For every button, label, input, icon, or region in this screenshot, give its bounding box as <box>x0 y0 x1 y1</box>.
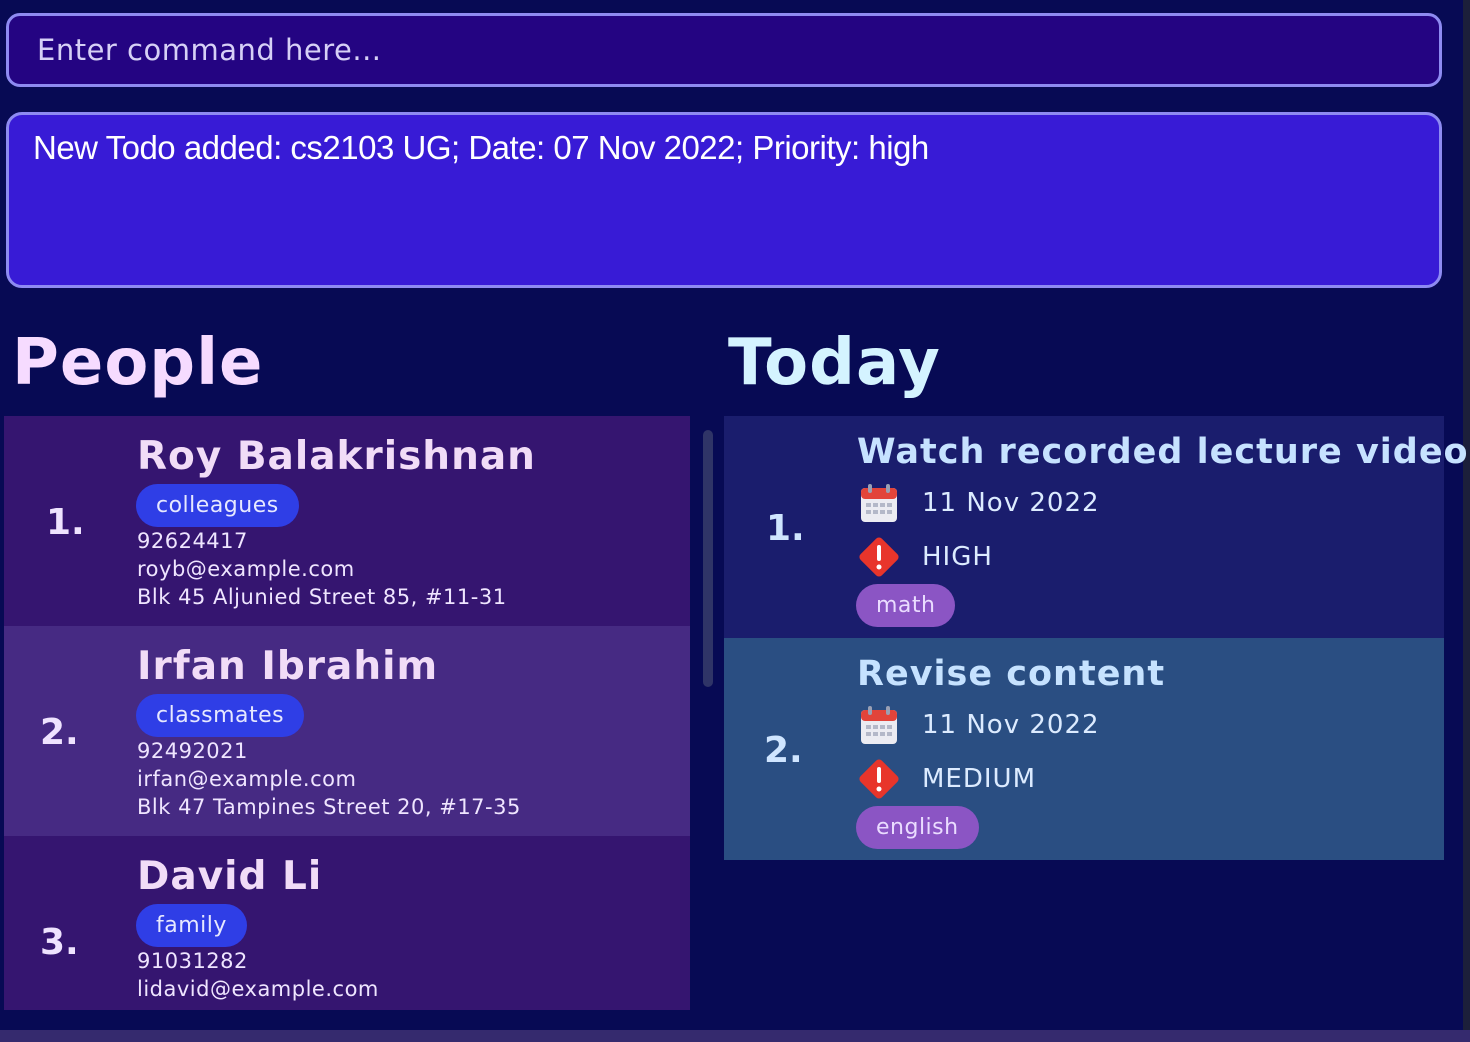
todo-index: 1. <box>766 508 805 549</box>
todo-date: 11 Nov 2022 <box>922 710 1100 740</box>
command-input[interactable] <box>35 32 1439 68</box>
today-title: Today <box>728 326 941 400</box>
people-list[interactable]: 1. Roy Balakrishnan colleagues 92624417 … <box>4 416 690 1010</box>
window-edge <box>1463 0 1470 1030</box>
today-list[interactable]: 1. Watch recorded lecture videos 11 Nov … <box>724 416 1470 860</box>
todo-tag: math <box>856 584 956 627</box>
people-scrollbar[interactable] <box>703 430 713 687</box>
calendar-icon <box>861 484 897 522</box>
person-address: Blk 47 Tampines Street 20, #17-35 <box>137 795 521 819</box>
result-display: New Todo added: cs2103 UG; Date: 07 Nov … <box>6 112 1442 288</box>
command-box[interactable] <box>6 13 1442 87</box>
person-index: 2. <box>40 712 79 753</box>
person-tag: classmates <box>136 694 305 737</box>
person-email: royb@example.com <box>137 557 355 581</box>
todo-priority: MEDIUM <box>922 764 1037 794</box>
todo-priority: HIGH <box>922 542 993 572</box>
todo-index: 2. <box>764 730 803 771</box>
person-card[interactable]: 2. Irfan Ibrahim classmates 92492021 irf… <box>4 626 690 836</box>
result-text: New Todo added: cs2103 UG; Date: 07 Nov … <box>33 129 929 166</box>
person-tag: family <box>136 904 247 947</box>
person-tag: colleagues <box>136 484 299 527</box>
person-phone: 92492021 <box>137 739 248 763</box>
person-address: Blk 45 Aljunied Street 85, #11-31 <box>137 585 507 609</box>
exclamation-diamond-icon <box>859 759 899 799</box>
todo-title: Watch recorded lecture videos <box>857 432 1470 472</box>
person-index: 1. <box>46 502 85 543</box>
exclamation-diamond-icon <box>859 537 899 577</box>
todo-date: 11 Nov 2022 <box>922 488 1100 518</box>
person-name: Irfan Ibrahim <box>137 644 439 689</box>
person-card[interactable]: 3. David Li family 91031282 lidavid@exam… <box>4 836 690 1010</box>
todo-card[interactable]: 2. Revise content 11 Nov 2022 MEDIUM eng… <box>724 638 1444 860</box>
person-email: lidavid@example.com <box>137 977 379 1001</box>
todo-tag: english <box>856 806 979 849</box>
person-name: David Li <box>137 854 323 899</box>
person-card[interactable]: 1. Roy Balakrishnan colleagues 92624417 … <box>4 416 690 626</box>
people-title: People <box>12 326 264 400</box>
todo-card[interactable]: 1. Watch recorded lecture videos 11 Nov … <box>724 416 1470 638</box>
todo-title: Revise content <box>857 654 1166 694</box>
calendar-icon <box>861 706 897 744</box>
person-phone: 92624417 <box>137 529 248 553</box>
person-index: 3. <box>40 922 79 963</box>
person-email: irfan@example.com <box>137 767 357 791</box>
status-bar <box>0 1030 1470 1042</box>
person-phone: 91031282 <box>137 949 248 973</box>
person-name: Roy Balakrishnan <box>137 434 536 479</box>
